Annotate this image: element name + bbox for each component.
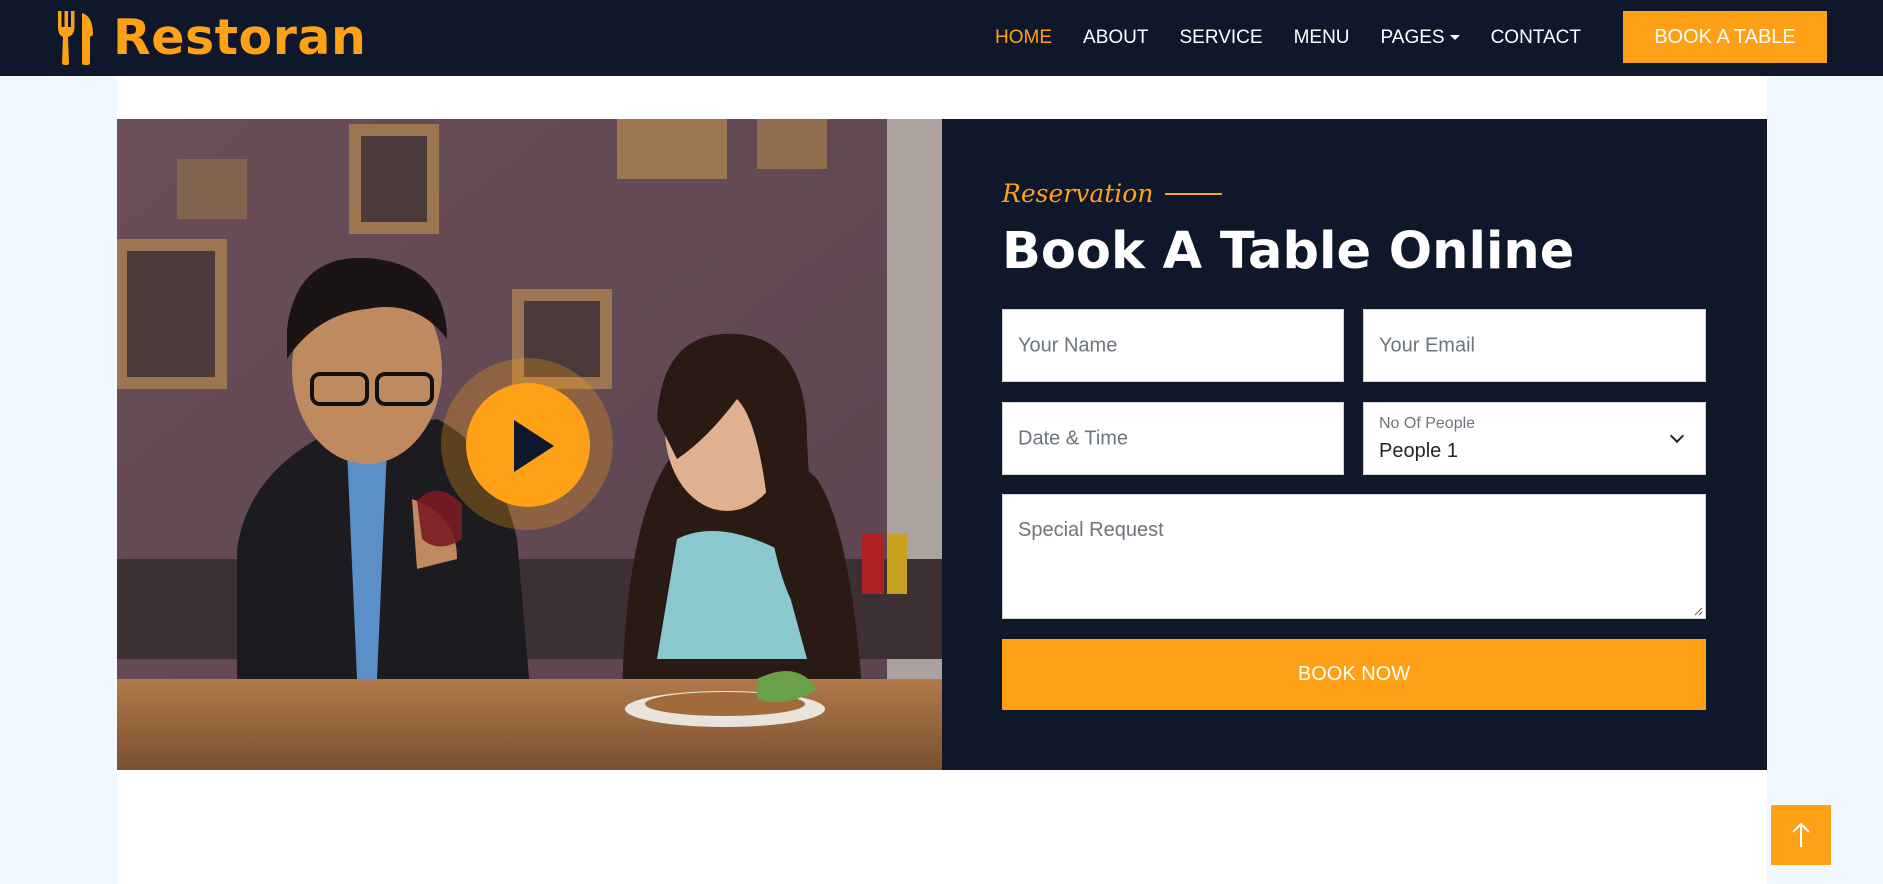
datetime-placeholder: Date & Time xyxy=(1018,427,1129,449)
play-icon xyxy=(514,420,554,472)
back-to-top-button[interactable] xyxy=(1771,805,1831,865)
nav-item-contact[interactable]: CONTACT xyxy=(1491,27,1581,49)
section-title: Book A Table Online xyxy=(1002,222,1575,281)
name-placeholder: Your Name xyxy=(1018,334,1118,356)
datetime-input[interactable]: Date & Time xyxy=(1002,402,1344,475)
book-now-button[interactable]: BOOK NOW xyxy=(1002,639,1706,710)
arrow-up-icon xyxy=(1792,822,1810,847)
nav-item-about[interactable]: ABOUT xyxy=(1083,27,1148,49)
utensils-icon xyxy=(58,11,93,65)
reservation-panel: Reservation Book A Table Online Your Nam… xyxy=(942,119,1767,770)
special-request-textarea[interactable]: Special Request xyxy=(1002,494,1706,619)
section-eyebrow: Reservation xyxy=(1002,179,1223,208)
caret-down-icon xyxy=(1449,34,1460,40)
nav-item-pages-label: PAGES xyxy=(1380,27,1445,48)
people-select[interactable]: No Of People People 1 xyxy=(1363,402,1706,475)
nav-item-home[interactable]: HOME xyxy=(995,27,1052,49)
eyebrow-text: Reservation xyxy=(1002,179,1154,208)
brand-logo[interactable]: Restoran xyxy=(55,10,366,66)
people-label: No Of People xyxy=(1379,415,1476,432)
book-a-table-button[interactable]: BOOK A TABLE xyxy=(1623,11,1827,63)
request-placeholder: Special Request xyxy=(1018,519,1164,541)
email-input[interactable]: Your Email xyxy=(1363,309,1706,382)
brand-name: Restoran xyxy=(113,9,367,66)
nav-item-menu[interactable]: MENU xyxy=(1294,27,1350,49)
nav-item-service[interactable]: SERVICE xyxy=(1179,27,1262,49)
eyebrow-divider xyxy=(1165,192,1223,195)
video-play-button[interactable] xyxy=(466,383,590,507)
top-navbar: Restoran HOME ABOUT SERVICE MENU PAGES C… xyxy=(0,0,1883,76)
chevron-down-icon xyxy=(1669,428,1685,444)
name-input[interactable]: Your Name xyxy=(1002,309,1344,382)
nav-item-pages[interactable]: PAGES xyxy=(1381,27,1460,49)
resize-handle-icon[interactable] xyxy=(1693,606,1703,616)
nav-links: HOME ABOUT SERVICE MENU PAGES CONTACT xyxy=(964,0,1581,76)
email-placeholder: Your Email xyxy=(1379,334,1475,356)
people-value: People 1 xyxy=(1379,440,1458,462)
